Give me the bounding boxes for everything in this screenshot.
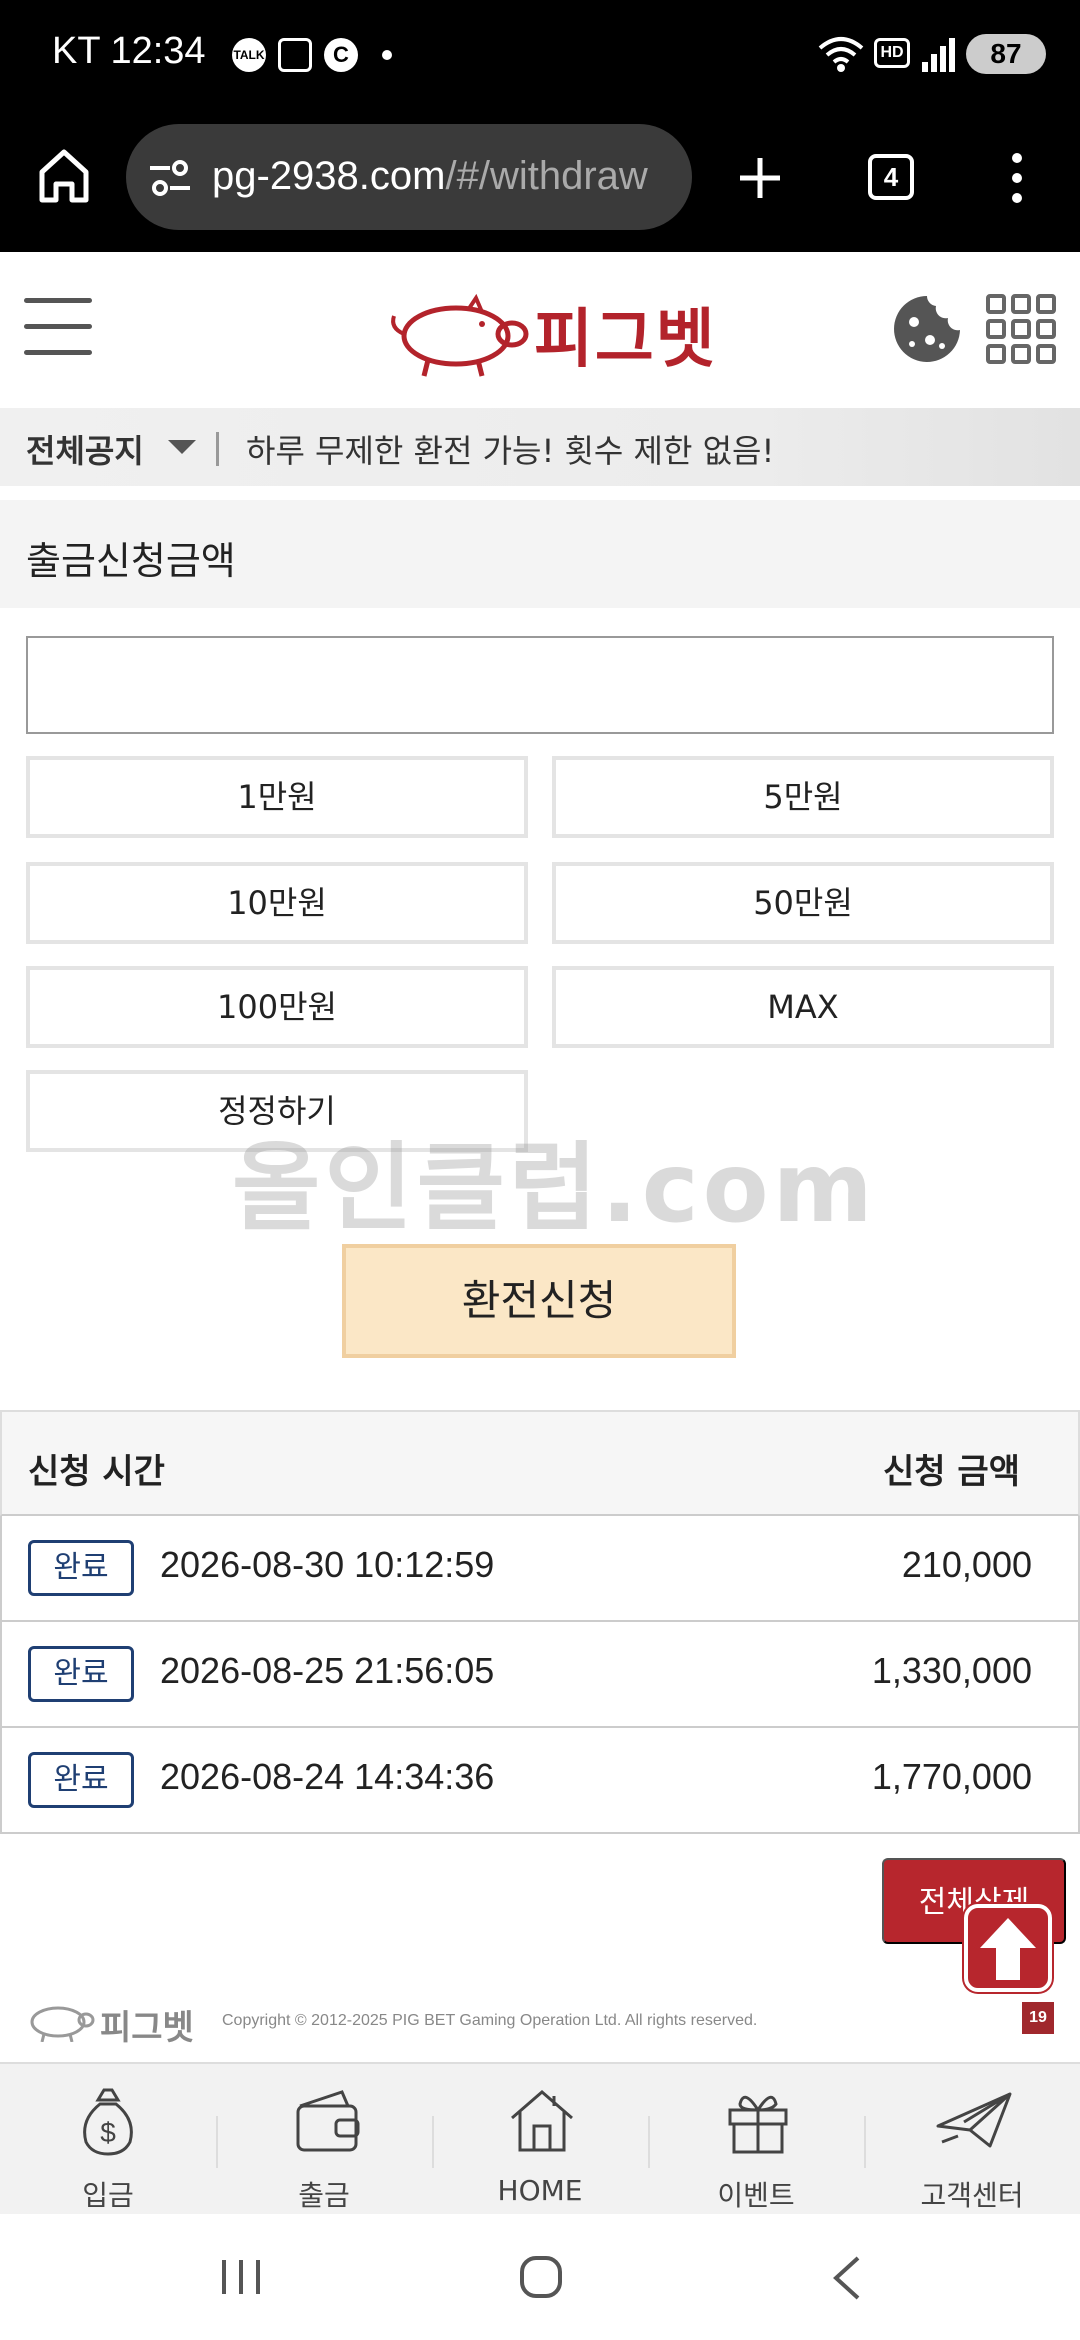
system-navigation-bar	[0, 2214, 1080, 2340]
col-header-amount: 신청 금액	[883, 1452, 1020, 1492]
signal-icon	[922, 38, 955, 72]
nav-label: 이벤트	[717, 2179, 795, 2212]
home-button-icon[interactable]	[518, 2254, 564, 2300]
nav-support[interactable]: 고객센터	[864, 2064, 1080, 2216]
notice-message[interactable]: 하루 무제한 환전 가능! 횟수 제한 없음!	[246, 426, 774, 472]
watermark: 올인클럽.com	[232, 1132, 877, 1244]
withdraw-amount-input[interactable]	[26, 636, 1054, 734]
paper-plane-icon	[936, 2092, 1012, 2148]
amount-1m-button[interactable]: 100만원	[26, 966, 528, 1048]
footer: 피그벳 Copyright © 2012-2025 PIG BET Gaming…	[0, 1990, 1080, 2060]
arrow-up-icon	[980, 1918, 1036, 1980]
site-header: 피그벳	[0, 252, 1080, 408]
table-row: 완료 2026-08-25 21:56:05 1,330,000	[0, 1622, 1080, 1728]
footer-logo: 피그벳	[100, 2008, 194, 2048]
tab-switcher-button[interactable]: 4	[868, 154, 914, 200]
notification-dot-icon	[382, 50, 392, 60]
table-row: 완료 2026-08-30 10:12:59 210,000	[0, 1516, 1080, 1622]
battery-level: 87	[966, 34, 1046, 74]
hd-icon: HD	[874, 38, 910, 68]
status-carrier-time: KT 12:34	[52, 30, 206, 72]
notice-divider	[216, 432, 219, 466]
withdraw-title: 출금신청금액	[26, 539, 236, 583]
status-badge: 완료	[28, 1646, 134, 1702]
wallet-icon	[296, 2090, 360, 2152]
scroll-top-button[interactable]	[964, 1904, 1052, 1992]
url-bar[interactable]: pg-2938.com/#/withdraw	[126, 124, 692, 230]
nav-label: 입금	[82, 2179, 134, 2212]
kakaotalk-icon: TALK	[232, 38, 266, 72]
pig-logo-icon	[391, 293, 529, 377]
amount-500k-button[interactable]: 50만원	[552, 862, 1054, 944]
recent-apps-icon[interactable]	[218, 2256, 264, 2298]
bottom-nav: $ 입금 출금 HOME 이벤트 고객센터	[0, 2062, 1080, 2214]
svg-text:$: $	[100, 2117, 116, 2148]
withdraw-submit-button[interactable]: 환전신청	[342, 1244, 736, 1358]
col-header-time: 신청 시간	[28, 1452, 165, 1492]
request-amount: 1,330,000	[871, 1650, 1032, 1691]
amount-max-button[interactable]: MAX	[552, 966, 1054, 1048]
nav-label: HOME	[497, 2174, 583, 2207]
more-options-icon[interactable]	[1004, 150, 1030, 206]
status-bar: KT 12:34 TALK C HD 87	[0, 0, 1080, 110]
nav-label: 출금	[298, 2179, 350, 2212]
home-icon	[511, 2090, 573, 2152]
money-bag-icon: $	[83, 2088, 133, 2156]
table-row: 완료 2026-08-24 14:34:36 1,770,000	[0, 1728, 1080, 1834]
site-settings-icon[interactable]	[148, 158, 192, 198]
new-tab-icon[interactable]	[736, 154, 784, 202]
status-badge: 완료	[28, 1540, 134, 1596]
nav-event[interactable]: 이벤트	[648, 2064, 864, 2216]
copyright-text: Copyright © 2012-2025 PIG BET Gaming Ope…	[222, 2012, 758, 2029]
cookie-icon[interactable]	[892, 294, 962, 364]
browser-toolbar: pg-2938.com/#/withdraw 4	[0, 110, 1080, 252]
screenshot-icon	[278, 38, 312, 72]
notice-bar: 전체공지 하루 무제한 환전 가능! 횟수 제한 없음!	[0, 408, 1080, 486]
table-header: 신청 시간 신청 금액	[0, 1410, 1080, 1516]
menu-hamburger-icon[interactable]	[0, 292, 110, 372]
c-icon: C	[324, 38, 358, 72]
amount-100k-button[interactable]: 10만원	[26, 862, 528, 944]
notice-category[interactable]: 전체공지	[26, 426, 144, 472]
request-time: 2026-08-30 10:12:59	[160, 1544, 495, 1585]
app-grid-icon[interactable]	[986, 294, 1056, 364]
request-time: 2026-08-24 14:34:36	[160, 1756, 495, 1797]
age-restriction-badge: 19	[1022, 2002, 1054, 2034]
home-icon[interactable]	[36, 146, 92, 206]
withdraw-section-header: 출금신청금액	[0, 500, 1080, 608]
request-amount: 1,770,000	[871, 1756, 1032, 1797]
gift-icon	[728, 2095, 788, 2154]
nav-label: 고객센터	[920, 2179, 1024, 2212]
back-icon[interactable]	[828, 2254, 864, 2302]
request-amount: 210,000	[901, 1544, 1032, 1585]
chevron-down-icon[interactable]	[168, 440, 196, 454]
url-text: pg-2938.com/#/withdraw	[212, 154, 648, 198]
request-time: 2026-08-25 21:56:05	[160, 1650, 495, 1691]
nav-withdraw[interactable]: 출금	[216, 2064, 432, 2216]
pig-logo-icon	[30, 2006, 95, 2042]
wifi-icon	[818, 37, 864, 72]
status-badge: 완료	[28, 1752, 134, 1808]
amount-10k-button[interactable]: 1만원	[26, 756, 528, 838]
nav-home[interactable]: HOME	[432, 2064, 648, 2216]
site-logo[interactable]: 피그벳	[534, 288, 717, 380]
nav-deposit[interactable]: $ 입금	[0, 2064, 216, 2216]
amount-50k-button[interactable]: 5만원	[552, 756, 1054, 838]
